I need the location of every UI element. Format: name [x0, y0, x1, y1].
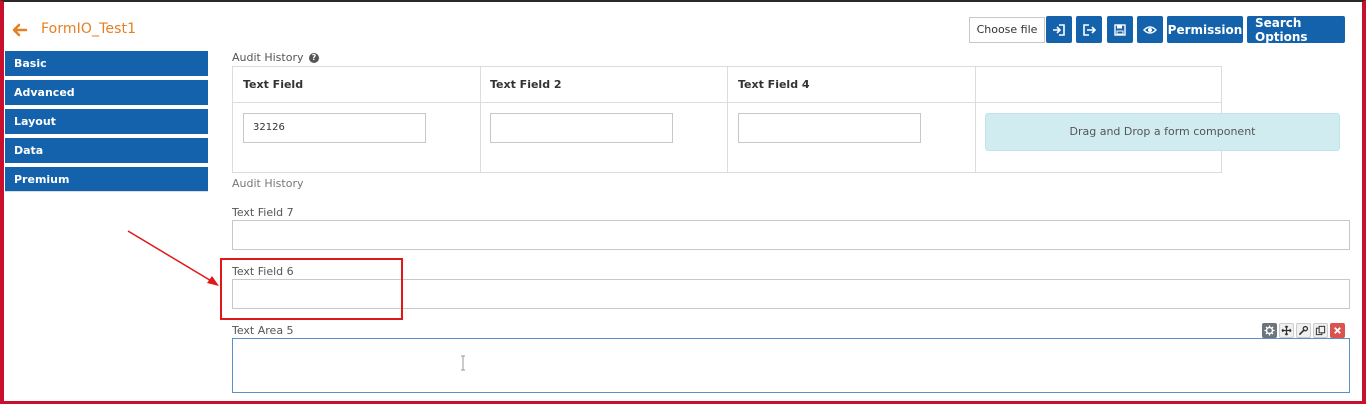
text-field-4-input[interactable] [738, 113, 921, 143]
grid-title-text: Audit History [232, 51, 304, 64]
sign-in-icon [1053, 23, 1065, 36]
text-field-7-input[interactable] [232, 220, 1350, 250]
text-field-2-input[interactable] [490, 113, 673, 143]
gear-icon [1264, 325, 1275, 336]
permission-button[interactable]: Permission [1167, 16, 1243, 43]
remove-button[interactable] [1330, 323, 1345, 338]
sidebar-item-layout[interactable]: Layout [5, 109, 208, 134]
copy-button[interactable] [1313, 323, 1328, 338]
grid-footer-label: Audit History [232, 177, 304, 190]
eye-icon [1143, 25, 1157, 34]
save-button[interactable] [1107, 16, 1133, 43]
import-button[interactable] [1046, 16, 1072, 43]
grid-divider [480, 67, 481, 172]
text-area-5-label: Text Area 5 [232, 324, 294, 337]
text-cursor-icon [461, 355, 465, 371]
grid-divider [233, 102, 1221, 103]
close-icon [1334, 327, 1341, 334]
component-sidebar: Basic Advanced Layout Data Premium [5, 51, 208, 196]
permission-label: Permission [1167, 22, 1243, 37]
sidebar-item-basic[interactable]: Basic [5, 51, 208, 76]
move-icon [1281, 325, 1292, 336]
column-header-text-field: Text Field [243, 78, 304, 91]
component-toolbar [1262, 323, 1345, 338]
annotation-arrow [127, 230, 219, 286]
search-options-label: Search Options [1255, 15, 1308, 44]
export-button[interactable] [1076, 16, 1102, 43]
grid-title: Audit History ? [232, 51, 319, 64]
text-field-input[interactable]: 32126 [243, 113, 426, 143]
form-title: FormIO_Test1 [41, 21, 137, 37]
wrench-icon [1299, 325, 1309, 335]
edit-json-button[interactable] [1296, 323, 1311, 338]
sidebar-divider [5, 191, 208, 192]
choose-file-button[interactable]: Choose file [969, 17, 1045, 43]
sidebar-item-premium[interactable]: Premium [5, 167, 208, 192]
sign-out-icon [1083, 23, 1096, 36]
back-arrow-icon[interactable] [12, 20, 28, 40]
drag-drop-zone[interactable]: Drag and Drop a form component [985, 113, 1340, 151]
grid-divider [975, 67, 976, 172]
sidebar-item-data[interactable]: Data [5, 138, 208, 163]
audit-history-grid: Text Field Text Field 2 Text Field 4 321… [232, 66, 1340, 173]
move-button[interactable] [1279, 323, 1294, 338]
search-options-button[interactable]: Search Options [1247, 15, 1345, 44]
text-area-5-input[interactable] [232, 338, 1350, 393]
annotation-highlight-box [220, 258, 403, 320]
save-icon [1114, 23, 1126, 36]
copy-icon [1315, 325, 1326, 336]
grid-divider [727, 67, 728, 172]
question-circle-icon[interactable]: ? [308, 53, 319, 63]
settings-button[interactable] [1262, 323, 1277, 338]
text-field-7-label: Text Field 7 [232, 206, 294, 219]
column-header-text-field-4: Text Field 4 [738, 78, 810, 91]
column-header-text-field-2: Text Field 2 [490, 78, 562, 91]
sidebar-item-advanced[interactable]: Advanced [5, 80, 208, 105]
